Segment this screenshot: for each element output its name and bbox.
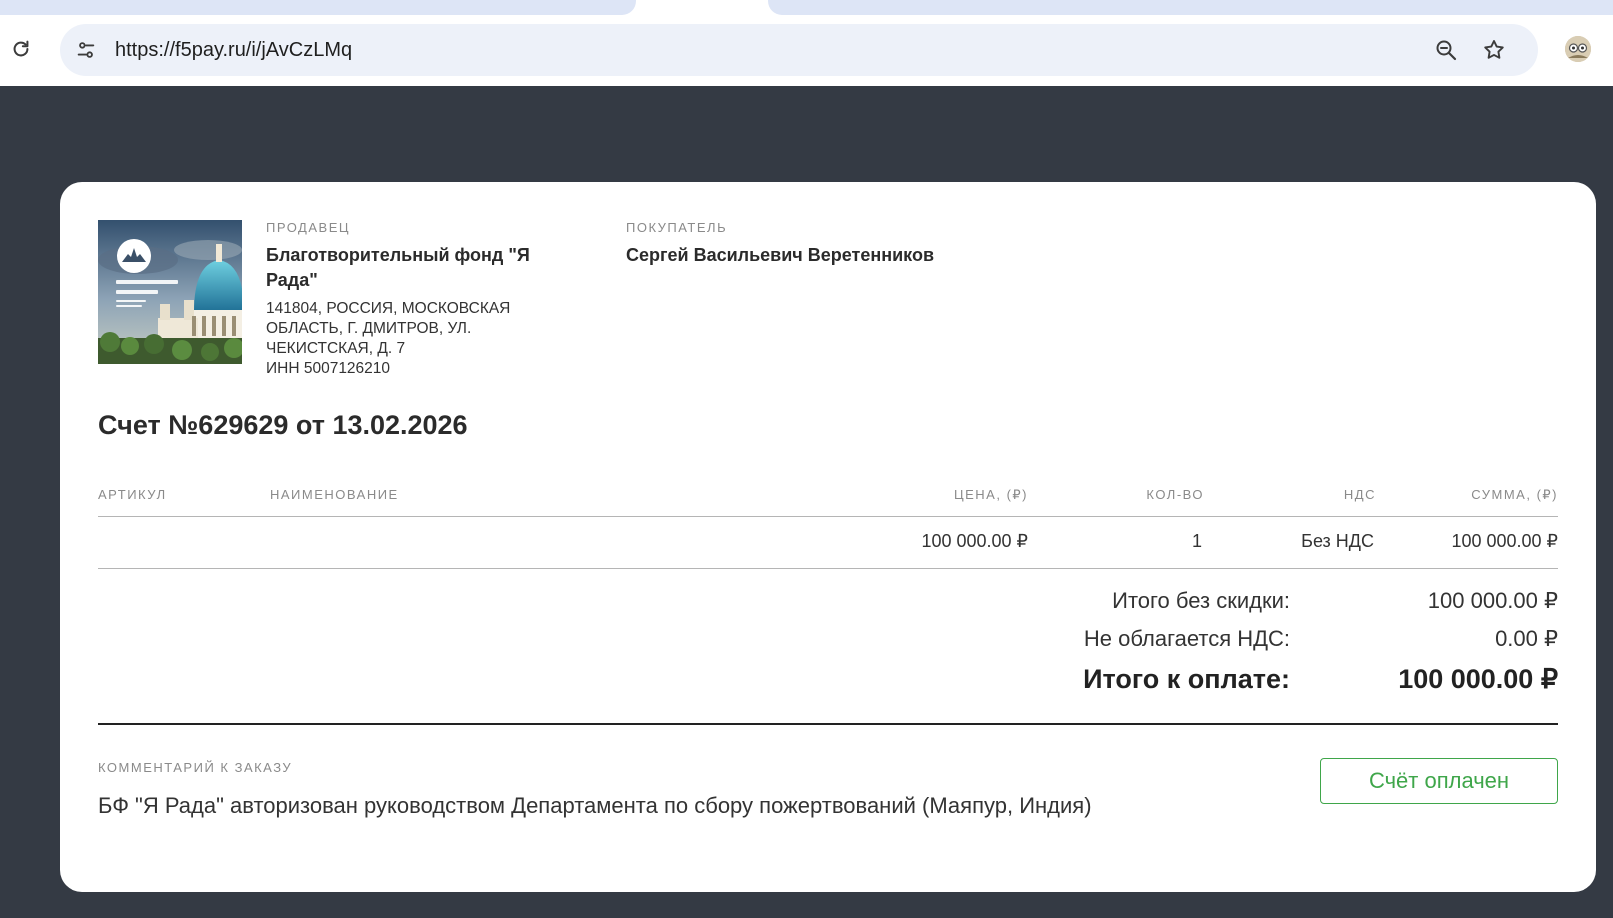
col-price: ЦЕНА, (₽) <box>954 487 1028 502</box>
col-name: НАИМЕНОВАНИЕ <box>270 487 399 502</box>
site-info-icon[interactable] <box>72 36 100 64</box>
buyer-block: ПОКУПАТЕЛЬ Сергей Васильевич Веретеннико… <box>626 220 1026 268</box>
header-divider <box>98 516 1558 517</box>
url-text[interactable]: https://f5pay.ru/i/jAvCzLMq <box>115 39 352 62</box>
cell-sum: 100 000.00 ₽ <box>1451 531 1558 551</box>
order-comment: БФ "Я Рада" авторизован руководством Деп… <box>98 793 1092 818</box>
subtotal-label: Итого без скидки: <box>1112 588 1290 613</box>
cell-qty: 1 <box>1191 531 1202 551</box>
col-vat: НДС <box>1343 487 1376 502</box>
col-sum: СУММА, (₽) <box>1471 487 1558 502</box>
cell-vat: Без НДС <box>1301 531 1374 551</box>
totals-divider <box>98 723 1558 725</box>
profile-avatar[interactable] <box>1565 36 1591 62</box>
total-value: 100 000.00 ₽ <box>1398 664 1558 694</box>
total-label: Итого к оплате: <box>1083 664 1290 694</box>
bookmark-star-icon[interactable] <box>1480 36 1508 64</box>
tab-strip <box>0 0 1613 15</box>
vat-label: Не облагается НДС: <box>1083 626 1290 651</box>
comment-label: КОММЕНТАРИЙ К ЗАКАЗУ <box>98 760 293 775</box>
buyer-name: Сергей Васильевич Веретенников <box>626 245 935 265</box>
subtotal-value: 100 000.00 ₽ <box>1427 588 1558 613</box>
invoice-title: Счет №629629 от 13.02.2026 <box>98 410 468 440</box>
col-article: АРТИКУЛ <box>98 487 167 502</box>
seller-address: 141804, РОССИЯ, МОСКОВСКАЯ ОБЛАСТЬ, Г. Д… <box>266 300 511 357</box>
vat-value: 0.00 ₽ <box>1495 626 1558 651</box>
browser-toolbar: https://f5pay.ru/i/jAvCzLMq <box>0 0 1613 86</box>
reload-icon[interactable] <box>8 36 34 62</box>
seller-block: ПРОДАВЕЦ Благотворительный фонд "Я Рада"… <box>266 220 566 379</box>
zoom-out-icon[interactable] <box>1432 36 1460 64</box>
seller-inn: ИНН 5007126210 <box>266 360 391 377</box>
tab-inactive-right[interactable] <box>768 0 1613 15</box>
seller-name: Благотворительный фонд "Я Рада" <box>266 245 530 290</box>
seller-label: ПРОДАВЕЦ <box>266 220 350 235</box>
cell-price: 100 000.00 ₽ <box>921 531 1028 551</box>
seller-logo <box>98 220 242 364</box>
tab-inactive-left[interactable] <box>0 0 636 15</box>
address-bar[interactable]: https://f5pay.ru/i/jAvCzLMq <box>60 24 1538 76</box>
invoice-card: ПРОДАВЕЦ Благотворительный фонд "Я Рада"… <box>60 182 1596 892</box>
col-qty: КОЛ-ВО <box>1146 487 1204 502</box>
invoice-paid-button[interactable]: Счёт оплачен <box>1320 758 1558 804</box>
row-divider <box>98 568 1558 569</box>
buyer-label: ПОКУПАТЕЛЬ <box>626 220 728 235</box>
